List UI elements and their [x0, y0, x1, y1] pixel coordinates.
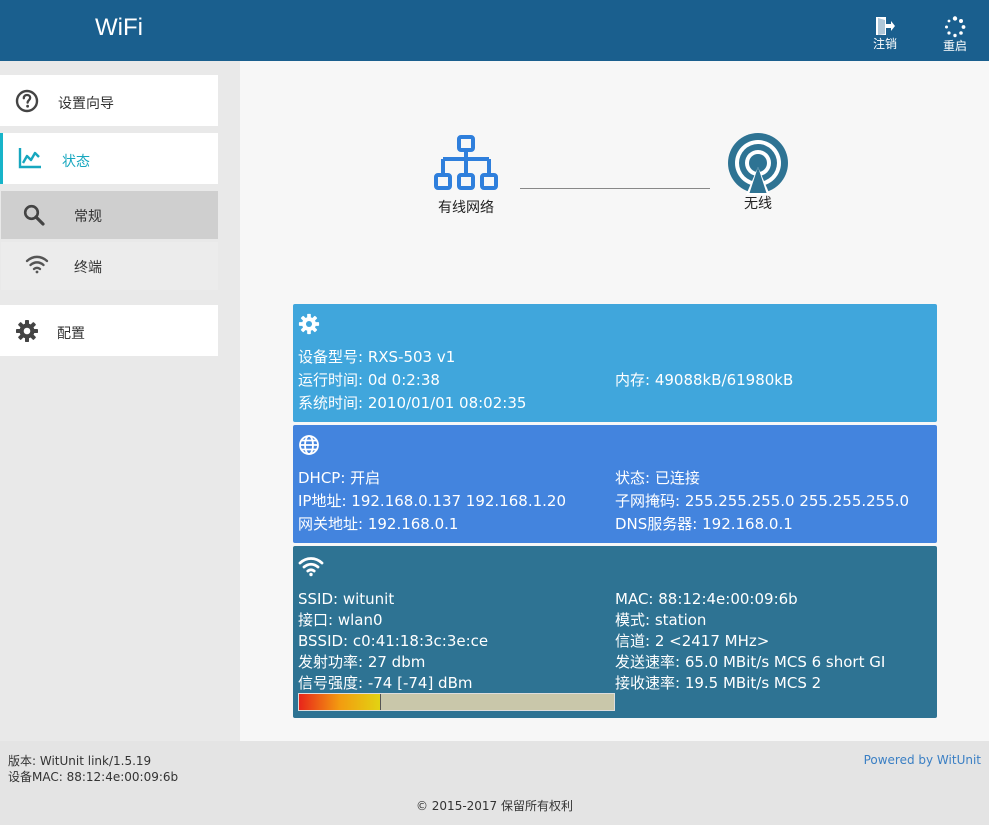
bssid: BSSID: c0:41:18:3c:3e:ce: [298, 632, 489, 650]
sidebar-item-label: 状态: [62, 154, 90, 170]
uptime: 运行时间: 0d 0:2:38: [298, 371, 440, 389]
gateway-address: 网关地址: 192.168.0.1: [298, 515, 459, 533]
logout-button[interactable]: 注销: [865, 16, 905, 58]
topology-wired-node: 有线网络: [433, 135, 499, 216]
memory: 内存: 49088kB/61980kB: [615, 371, 794, 389]
logout-label: 注销: [872, 37, 897, 51]
wireless-tower-icon: [728, 133, 788, 195]
spinner-icon: [945, 16, 966, 38]
gear-icon: [298, 313, 320, 335]
sidebar-item-general[interactable]: 常规: [1, 191, 218, 239]
wifi-icon: [25, 255, 49, 274]
sidebar-item-status[interactable]: 状态: [0, 133, 218, 184]
rx-rate: 接收速率: 19.5 MBit/s MCS 2: [615, 674, 822, 692]
topology-connector-line: [520, 188, 710, 189]
search-icon: [23, 204, 45, 226]
firmware-version: 版本: WitUnit link/1.5.19: [8, 754, 152, 768]
channel: 信道: 2 <2417 MHz>: [615, 632, 770, 650]
main-content: 有线网络 无线 设备型号: RXS-503 v1 运行时间: 0d 0:2:38…: [240, 61, 989, 741]
sidebar-item-label: 终端: [74, 260, 102, 276]
globe-icon: [299, 435, 319, 455]
reboot-button[interactable]: 重启: [935, 16, 975, 58]
tx-power: 发射功率: 27 dbm: [298, 653, 426, 671]
ssid: SSID: witunit: [298, 590, 395, 608]
sidebar-item-label: 设置向导: [58, 96, 114, 112]
signal-strength-fill: [299, 694, 381, 710]
sidebar-item-config[interactable]: 配置: [0, 305, 218, 356]
reboot-label: 重启: [942, 39, 967, 53]
network-info-panel: DHCP: 开启 状态: 已连接 IP地址: 192.168.0.137 192…: [293, 425, 937, 543]
brand-title: WiFi: [95, 14, 143, 41]
question-circle-icon: [15, 89, 39, 113]
powered-by-link[interactable]: Powered by WitUnit: [864, 753, 981, 767]
mac-address: MAC: 88:12:4e:00:09:6b: [615, 590, 798, 608]
connection-state: 状态: 已连接: [615, 469, 700, 487]
sidebar: 设置向导 状态 常规 终端 配置: [0, 61, 240, 741]
sidebar-item-terminal[interactable]: 终端: [1, 242, 218, 290]
signal-strength-bar: [298, 693, 615, 711]
topology-wireless-node: 无线: [724, 131, 792, 215]
interface: 接口: wlan0: [298, 611, 383, 629]
top-header: WiFi 注销 重启: [0, 0, 989, 61]
line-chart-icon: [18, 148, 41, 169]
wireless-mode: 模式: station: [615, 611, 707, 629]
subnet-mask: 子网掩码: 255.255.255.0 255.255.255.0: [615, 492, 910, 510]
wireless-info-panel: SSID: witunit MAC: 88:12:4e:00:09:6b 接口:…: [293, 546, 937, 718]
sidebar-item-setup-wizard[interactable]: 设置向导: [0, 75, 218, 126]
wifi-icon: [298, 557, 324, 577]
sidebar-item-label: 配置: [57, 326, 85, 342]
network-tree-icon: [434, 135, 498, 190]
dns-server: DNS服务器: 192.168.0.1: [615, 515, 793, 533]
signal-strength: 信号强度: -74 [-74] dBm: [298, 674, 473, 692]
wireless-label: 无线: [744, 196, 772, 212]
wired-network-label: 有线网络: [438, 200, 494, 216]
dhcp-status: DHCP: 开启: [298, 469, 381, 487]
copyright: © 2015-2017 保留所有权利: [415, 799, 574, 813]
tx-rate: 发送速率: 65.0 MBit/s MCS 6 short GI: [615, 653, 886, 671]
system-time: 系统时间: 2010/01/01 08:02:35: [298, 394, 527, 412]
ip-address: IP地址: 192.168.0.137 192.168.1.20: [298, 492, 566, 510]
sidebar-item-label: 常规: [74, 209, 102, 225]
gear-icon: [16, 320, 38, 342]
device-model: 设备型号: RXS-503 v1: [298, 348, 456, 366]
footer: 版本: WitUnit link/1.5.19 设备MAC: 88:12:4e:…: [0, 741, 989, 825]
logout-icon: [876, 17, 895, 35]
system-info-panel: 设备型号: RXS-503 v1 运行时间: 0d 0:2:38 内存: 490…: [293, 304, 937, 422]
device-mac: 设备MAC: 88:12:4e:00:09:6b: [8, 770, 179, 784]
